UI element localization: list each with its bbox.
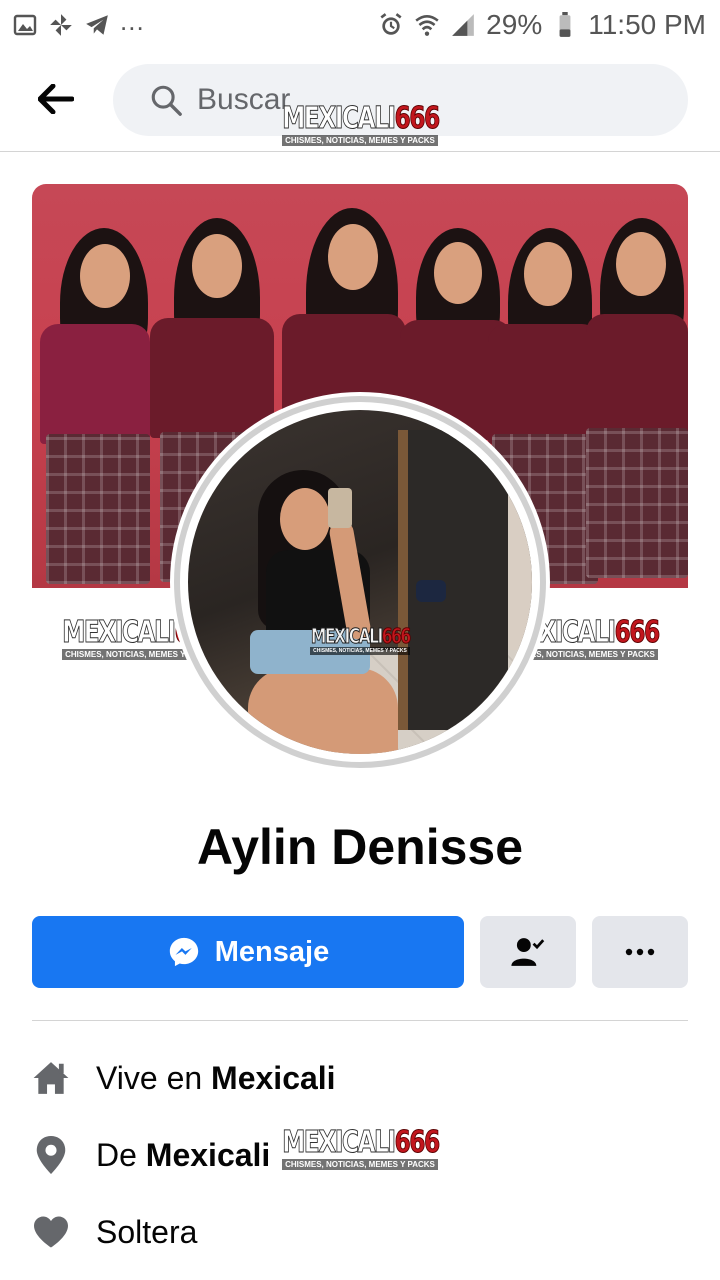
- more-notifications: ...: [120, 6, 145, 36]
- clock: 11:50 PM: [588, 9, 706, 40]
- gallery-icon: [12, 12, 38, 38]
- from-place[interactable]: Mexicali: [146, 1137, 271, 1173]
- cover-person: [32, 228, 152, 588]
- pinwheel-icon: [48, 12, 74, 38]
- back-arrow-icon: [38, 84, 74, 114]
- intro-relationship: Soltera: [32, 1202, 688, 1262]
- profile-picture[interactable]: [170, 392, 550, 772]
- heart-icon: [32, 1213, 70, 1251]
- message-button-label: Mensaje: [214, 935, 330, 968]
- back-button[interactable]: [28, 76, 84, 122]
- location-pin-icon: [32, 1136, 70, 1174]
- battery-icon: [552, 12, 578, 38]
- intro-lives-in: Vive en Mexicali: [32, 1048, 688, 1108]
- home-icon: [32, 1059, 70, 1097]
- search-bar[interactable]: [113, 64, 688, 136]
- signal-icon: [450, 12, 476, 38]
- profile-photo: [188, 410, 532, 754]
- person-check-icon: [511, 938, 545, 966]
- message-button[interactable]: Mensaje: [32, 916, 464, 988]
- intro-from: De Mexicali: [32, 1125, 688, 1185]
- profile-name: Aylin Denisse: [196, 819, 524, 875]
- battery-percent: 29%: [486, 9, 543, 40]
- wifi-icon: [414, 12, 440, 38]
- cover-person: [580, 218, 688, 588]
- more-dots-icon: [625, 948, 655, 956]
- relationship-status: Soltera: [96, 1213, 198, 1250]
- search-input[interactable]: [197, 83, 617, 117]
- status-bar: ... 29% 11:50 PM: [0, 0, 720, 50]
- messenger-icon: [169, 937, 198, 967]
- search-icon: [151, 85, 182, 116]
- lives-in-place[interactable]: Mexicali: [211, 1060, 336, 1096]
- alarm-icon: [378, 12, 404, 38]
- top-bar: [0, 50, 720, 152]
- more-options-button[interactable]: [592, 916, 688, 988]
- telegram-icon: [84, 12, 110, 38]
- friend-status-button[interactable]: [480, 916, 576, 988]
- divider: [32, 1020, 688, 1021]
